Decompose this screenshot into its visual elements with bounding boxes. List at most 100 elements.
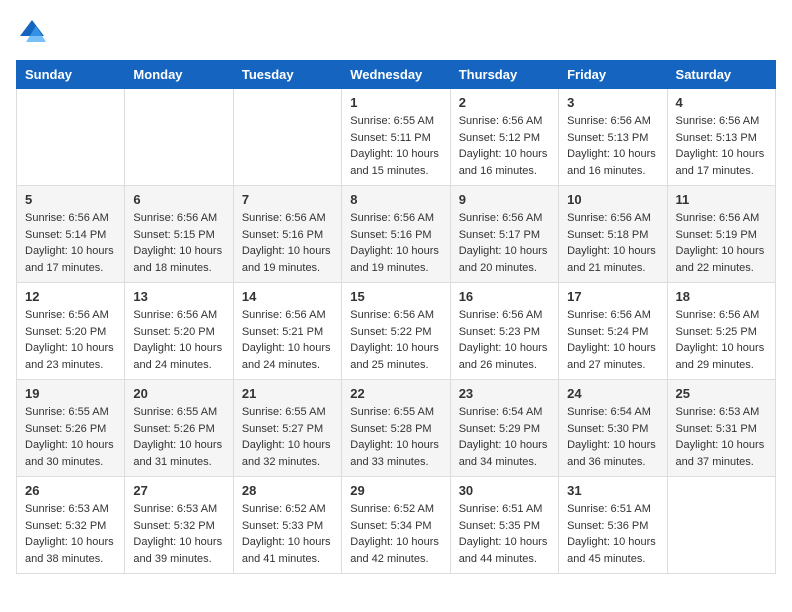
day-info: Sunrise: 6:56 AMSunset: 5:25 PMDaylight:… [676, 307, 767, 373]
day-info: Sunrise: 6:51 AMSunset: 5:36 PMDaylight:… [567, 501, 658, 567]
day-info: Sunrise: 6:55 AMSunset: 5:28 PMDaylight:… [350, 404, 441, 470]
day-number: 26 [25, 483, 116, 498]
day-of-week-header: Wednesday [342, 61, 450, 89]
day-number: 15 [350, 289, 441, 304]
day-info: Sunrise: 6:52 AMSunset: 5:33 PMDaylight:… [242, 501, 333, 567]
calendar-day-cell [17, 89, 125, 186]
calendar-day-cell: 12 Sunrise: 6:56 AMSunset: 5:20 PMDayligh… [17, 283, 125, 380]
day-number: 20 [133, 386, 224, 401]
day-info: Sunrise: 6:56 AMSunset: 5:16 PMDaylight:… [350, 210, 441, 276]
day-info: Sunrise: 6:56 AMSunset: 5:18 PMDaylight:… [567, 210, 658, 276]
day-info: Sunrise: 6:56 AMSunset: 5:15 PMDaylight:… [133, 210, 224, 276]
calendar-day-cell [125, 89, 233, 186]
day-number: 25 [676, 386, 767, 401]
calendar-day-cell: 25 Sunrise: 6:53 AMSunset: 5:31 PMDayligh… [667, 380, 775, 477]
day-number: 8 [350, 192, 441, 207]
calendar-day-cell: 31 Sunrise: 6:51 AMSunset: 5:36 PMDayligh… [559, 477, 667, 574]
calendar-table: SundayMondayTuesdayWednesdayThursdayFrid… [16, 60, 776, 574]
day-info: Sunrise: 6:56 AMSunset: 5:13 PMDaylight:… [676, 113, 767, 179]
day-number: 11 [676, 192, 767, 207]
calendar-day-cell [667, 477, 775, 574]
calendar-day-cell: 29 Sunrise: 6:52 AMSunset: 5:34 PMDayligh… [342, 477, 450, 574]
day-number: 27 [133, 483, 224, 498]
calendar-day-cell: 13 Sunrise: 6:56 AMSunset: 5:20 PMDayligh… [125, 283, 233, 380]
day-info: Sunrise: 6:56 AMSunset: 5:20 PMDaylight:… [25, 307, 116, 373]
calendar-week-row: 19 Sunrise: 6:55 AMSunset: 5:26 PMDayligh… [17, 380, 776, 477]
day-info: Sunrise: 6:56 AMSunset: 5:14 PMDaylight:… [25, 210, 116, 276]
day-number: 6 [133, 192, 224, 207]
day-number: 23 [459, 386, 550, 401]
calendar-day-cell: 17 Sunrise: 6:56 AMSunset: 5:24 PMDayligh… [559, 283, 667, 380]
calendar-day-cell: 9 Sunrise: 6:56 AMSunset: 5:17 PMDaylight… [450, 186, 558, 283]
calendar-day-cell: 19 Sunrise: 6:55 AMSunset: 5:26 PMDayligh… [17, 380, 125, 477]
day-of-week-header: Monday [125, 61, 233, 89]
day-of-week-header: Sunday [17, 61, 125, 89]
calendar-day-cell: 11 Sunrise: 6:56 AMSunset: 5:19 PMDayligh… [667, 186, 775, 283]
calendar-day-cell: 4Sunrise: 6:56 AMSunset: 5:13 PMDaylight… [667, 89, 775, 186]
day-info: Sunrise: 6:53 AMSunset: 5:32 PMDaylight:… [25, 501, 116, 567]
calendar-day-cell: 2 Sunrise: 6:56 AMSunset: 5:12 PMDaylight… [450, 89, 558, 186]
day-number: 30 [459, 483, 550, 498]
calendar-day-cell: 14 Sunrise: 6:56 AMSunset: 5:21 PMDayligh… [233, 283, 341, 380]
day-number: 19 [25, 386, 116, 401]
day-number: 2 [459, 95, 550, 110]
calendar-day-cell: 3 Sunrise: 6:56 AMSunset: 5:13 PMDaylight… [559, 89, 667, 186]
calendar-day-cell: 20 Sunrise: 6:55 AMSunset: 5:26 PMDayligh… [125, 380, 233, 477]
day-info: Sunrise: 6:55 AMSunset: 5:26 PMDaylight:… [25, 404, 116, 470]
day-info: Sunrise: 6:56 AMSunset: 5:20 PMDaylight:… [133, 307, 224, 373]
calendar-day-cell: 27 Sunrise: 6:53 AMSunset: 5:32 PMDayligh… [125, 477, 233, 574]
day-info: Sunrise: 6:56 AMSunset: 5:24 PMDaylight:… [567, 307, 658, 373]
calendar-week-row: 5 Sunrise: 6:56 AMSunset: 5:14 PMDaylight… [17, 186, 776, 283]
day-number: 31 [567, 483, 658, 498]
day-info: Sunrise: 6:56 AMSunset: 5:22 PMDaylight:… [350, 307, 441, 373]
calendar-header-row: SundayMondayTuesdayWednesdayThursdayFrid… [17, 61, 776, 89]
calendar-day-cell: 15 Sunrise: 6:56 AMSunset: 5:22 PMDayligh… [342, 283, 450, 380]
day-number: 29 [350, 483, 441, 498]
day-of-week-header: Saturday [667, 61, 775, 89]
day-info: Sunrise: 6:54 AMSunset: 5:30 PMDaylight:… [567, 404, 658, 470]
day-info: Sunrise: 6:55 AMSunset: 5:11 PMDaylight:… [350, 113, 441, 179]
calendar-day-cell: 5 Sunrise: 6:56 AMSunset: 5:14 PMDaylight… [17, 186, 125, 283]
day-number: 22 [350, 386, 441, 401]
day-of-week-header: Friday [559, 61, 667, 89]
calendar-day-cell: 23Sunrise: 6:54 AMSunset: 5:29 PMDayligh… [450, 380, 558, 477]
day-number: 17 [567, 289, 658, 304]
day-number: 24 [567, 386, 658, 401]
day-of-week-header: Tuesday [233, 61, 341, 89]
day-info: Sunrise: 6:56 AMSunset: 5:13 PMDaylight:… [567, 113, 658, 179]
calendar-day-cell: 26 Sunrise: 6:53 AMSunset: 5:32 PMDayligh… [17, 477, 125, 574]
day-number: 3 [567, 95, 658, 110]
day-info: Sunrise: 6:53 AMSunset: 5:31 PMDaylight:… [676, 404, 767, 470]
day-number: 21 [242, 386, 333, 401]
day-number: 10 [567, 192, 658, 207]
calendar-day-cell: 7Sunrise: 6:56 AMSunset: 5:16 PMDaylight… [233, 186, 341, 283]
day-number: 18 [676, 289, 767, 304]
day-info: Sunrise: 6:56 AMSunset: 5:19 PMDaylight:… [676, 210, 767, 276]
day-info: Sunrise: 6:53 AMSunset: 5:32 PMDaylight:… [133, 501, 224, 567]
day-number: 14 [242, 289, 333, 304]
day-number: 9 [459, 192, 550, 207]
calendar-week-row: 1Sunrise: 6:55 AMSunset: 5:11 PMDaylight… [17, 89, 776, 186]
day-number: 16 [459, 289, 550, 304]
calendar-day-cell [233, 89, 341, 186]
logo-icon [16, 16, 48, 48]
day-info: Sunrise: 6:52 AMSunset: 5:34 PMDaylight:… [350, 501, 441, 567]
calendar-day-cell: 28 Sunrise: 6:52 AMSunset: 5:33 PMDayligh… [233, 477, 341, 574]
day-of-week-header: Thursday [450, 61, 558, 89]
day-info: Sunrise: 6:56 AMSunset: 5:12 PMDaylight:… [459, 113, 550, 179]
day-info: Sunrise: 6:56 AMSunset: 5:21 PMDaylight:… [242, 307, 333, 373]
day-info: Sunrise: 6:56 AMSunset: 5:17 PMDaylight:… [459, 210, 550, 276]
day-info: Sunrise: 6:55 AMSunset: 5:26 PMDaylight:… [133, 404, 224, 470]
day-number: 13 [133, 289, 224, 304]
calendar-day-cell: 16Sunrise: 6:56 AMSunset: 5:23 PMDayligh… [450, 283, 558, 380]
day-number: 12 [25, 289, 116, 304]
calendar-week-row: 26 Sunrise: 6:53 AMSunset: 5:32 PMDayligh… [17, 477, 776, 574]
calendar-week-row: 12 Sunrise: 6:56 AMSunset: 5:20 PMDayligh… [17, 283, 776, 380]
calendar-day-cell: 22 Sunrise: 6:55 AMSunset: 5:28 PMDayligh… [342, 380, 450, 477]
calendar-day-cell: 8 Sunrise: 6:56 AMSunset: 5:16 PMDaylight… [342, 186, 450, 283]
calendar-day-cell: 30Sunrise: 6:51 AMSunset: 5:35 PMDayligh… [450, 477, 558, 574]
day-number: 5 [25, 192, 116, 207]
day-number: 7 [242, 192, 333, 207]
calendar-day-cell: 21Sunrise: 6:55 AMSunset: 5:27 PMDayligh… [233, 380, 341, 477]
day-number: 28 [242, 483, 333, 498]
